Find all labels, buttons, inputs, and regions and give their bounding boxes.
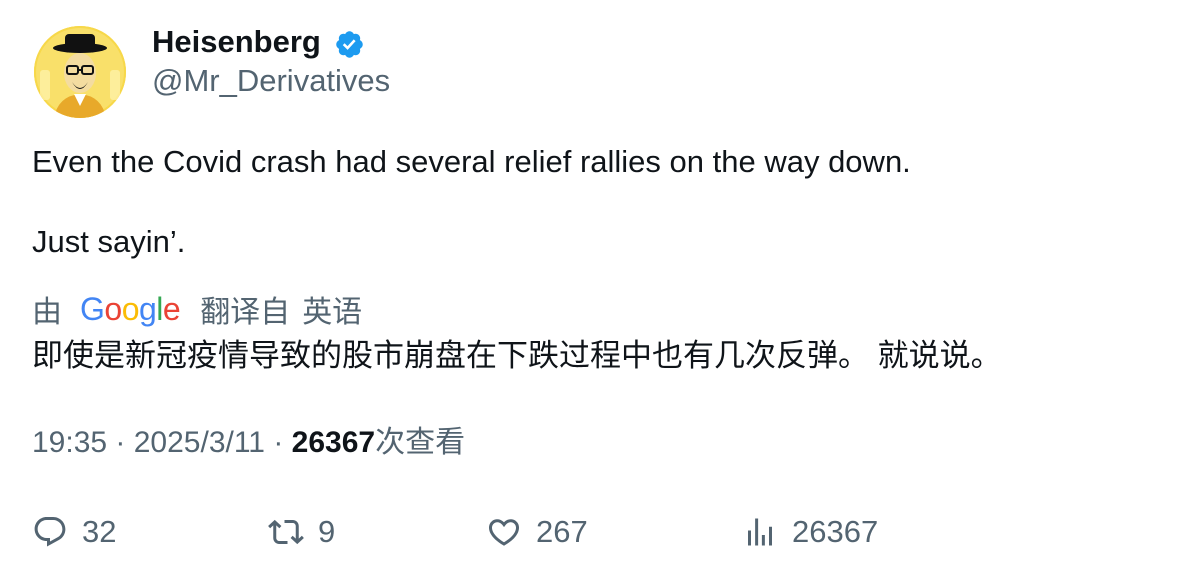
verified-badge-icon[interactable]	[334, 29, 365, 60]
reply-count: 32	[82, 514, 117, 549]
display-name[interactable]: Heisenberg	[152, 24, 321, 60]
heisenberg-avatar-icon	[34, 26, 126, 118]
reply-icon	[34, 517, 66, 547]
retweet-button[interactable]: 9	[268, 510, 335, 554]
tweet-date[interactable]: 2025/3/11	[134, 426, 265, 459]
tweet: Heisenberg @Mr_Derivatives Even the Covi…	[0, 0, 1196, 578]
retweet-icon	[268, 519, 304, 545]
avatar[interactable]	[34, 26, 126, 118]
tweet-text-line: Even the Covid crash had several relief …	[32, 144, 911, 179]
action-bar: 32 9 267 26367	[0, 510, 1196, 554]
bar-chart-icon	[748, 518, 772, 546]
translated-text: 即使是新冠疫情导致的股市崩盘在下跌过程中也有几次反弹。 就说说。	[32, 338, 1002, 373]
retweet-count: 9	[318, 514, 336, 549]
views-button[interactable]: 26367	[742, 510, 878, 554]
user-handle[interactable]: @Mr_Derivatives	[152, 63, 390, 99]
meta-separator: ·	[273, 426, 292, 459]
views-count: 26367	[291, 426, 376, 459]
translated-from-label: 翻译自	[200, 296, 291, 329]
google-logo[interactable]: Google	[80, 291, 181, 328]
translation-attribution: 由 Google 翻译自 英语	[32, 289, 363, 330]
source-language: 英语	[302, 296, 363, 329]
heart-icon	[488, 519, 520, 546]
reply-button[interactable]: 32	[32, 510, 116, 554]
tweet-time[interactable]: 19:35	[32, 426, 107, 459]
tweet-meta: 19:35 · 2025/3/11 · 26367次查看	[32, 425, 465, 461]
like-count: 267	[536, 514, 588, 549]
views-action-count: 26367	[792, 514, 879, 549]
views-suffix: 次查看	[375, 426, 466, 459]
tweet-text-line: Just sayin’.	[32, 224, 186, 259]
meta-separator: ·	[115, 426, 134, 459]
like-button[interactable]: 267	[486, 510, 588, 554]
translation-prefix: 由	[32, 296, 62, 329]
